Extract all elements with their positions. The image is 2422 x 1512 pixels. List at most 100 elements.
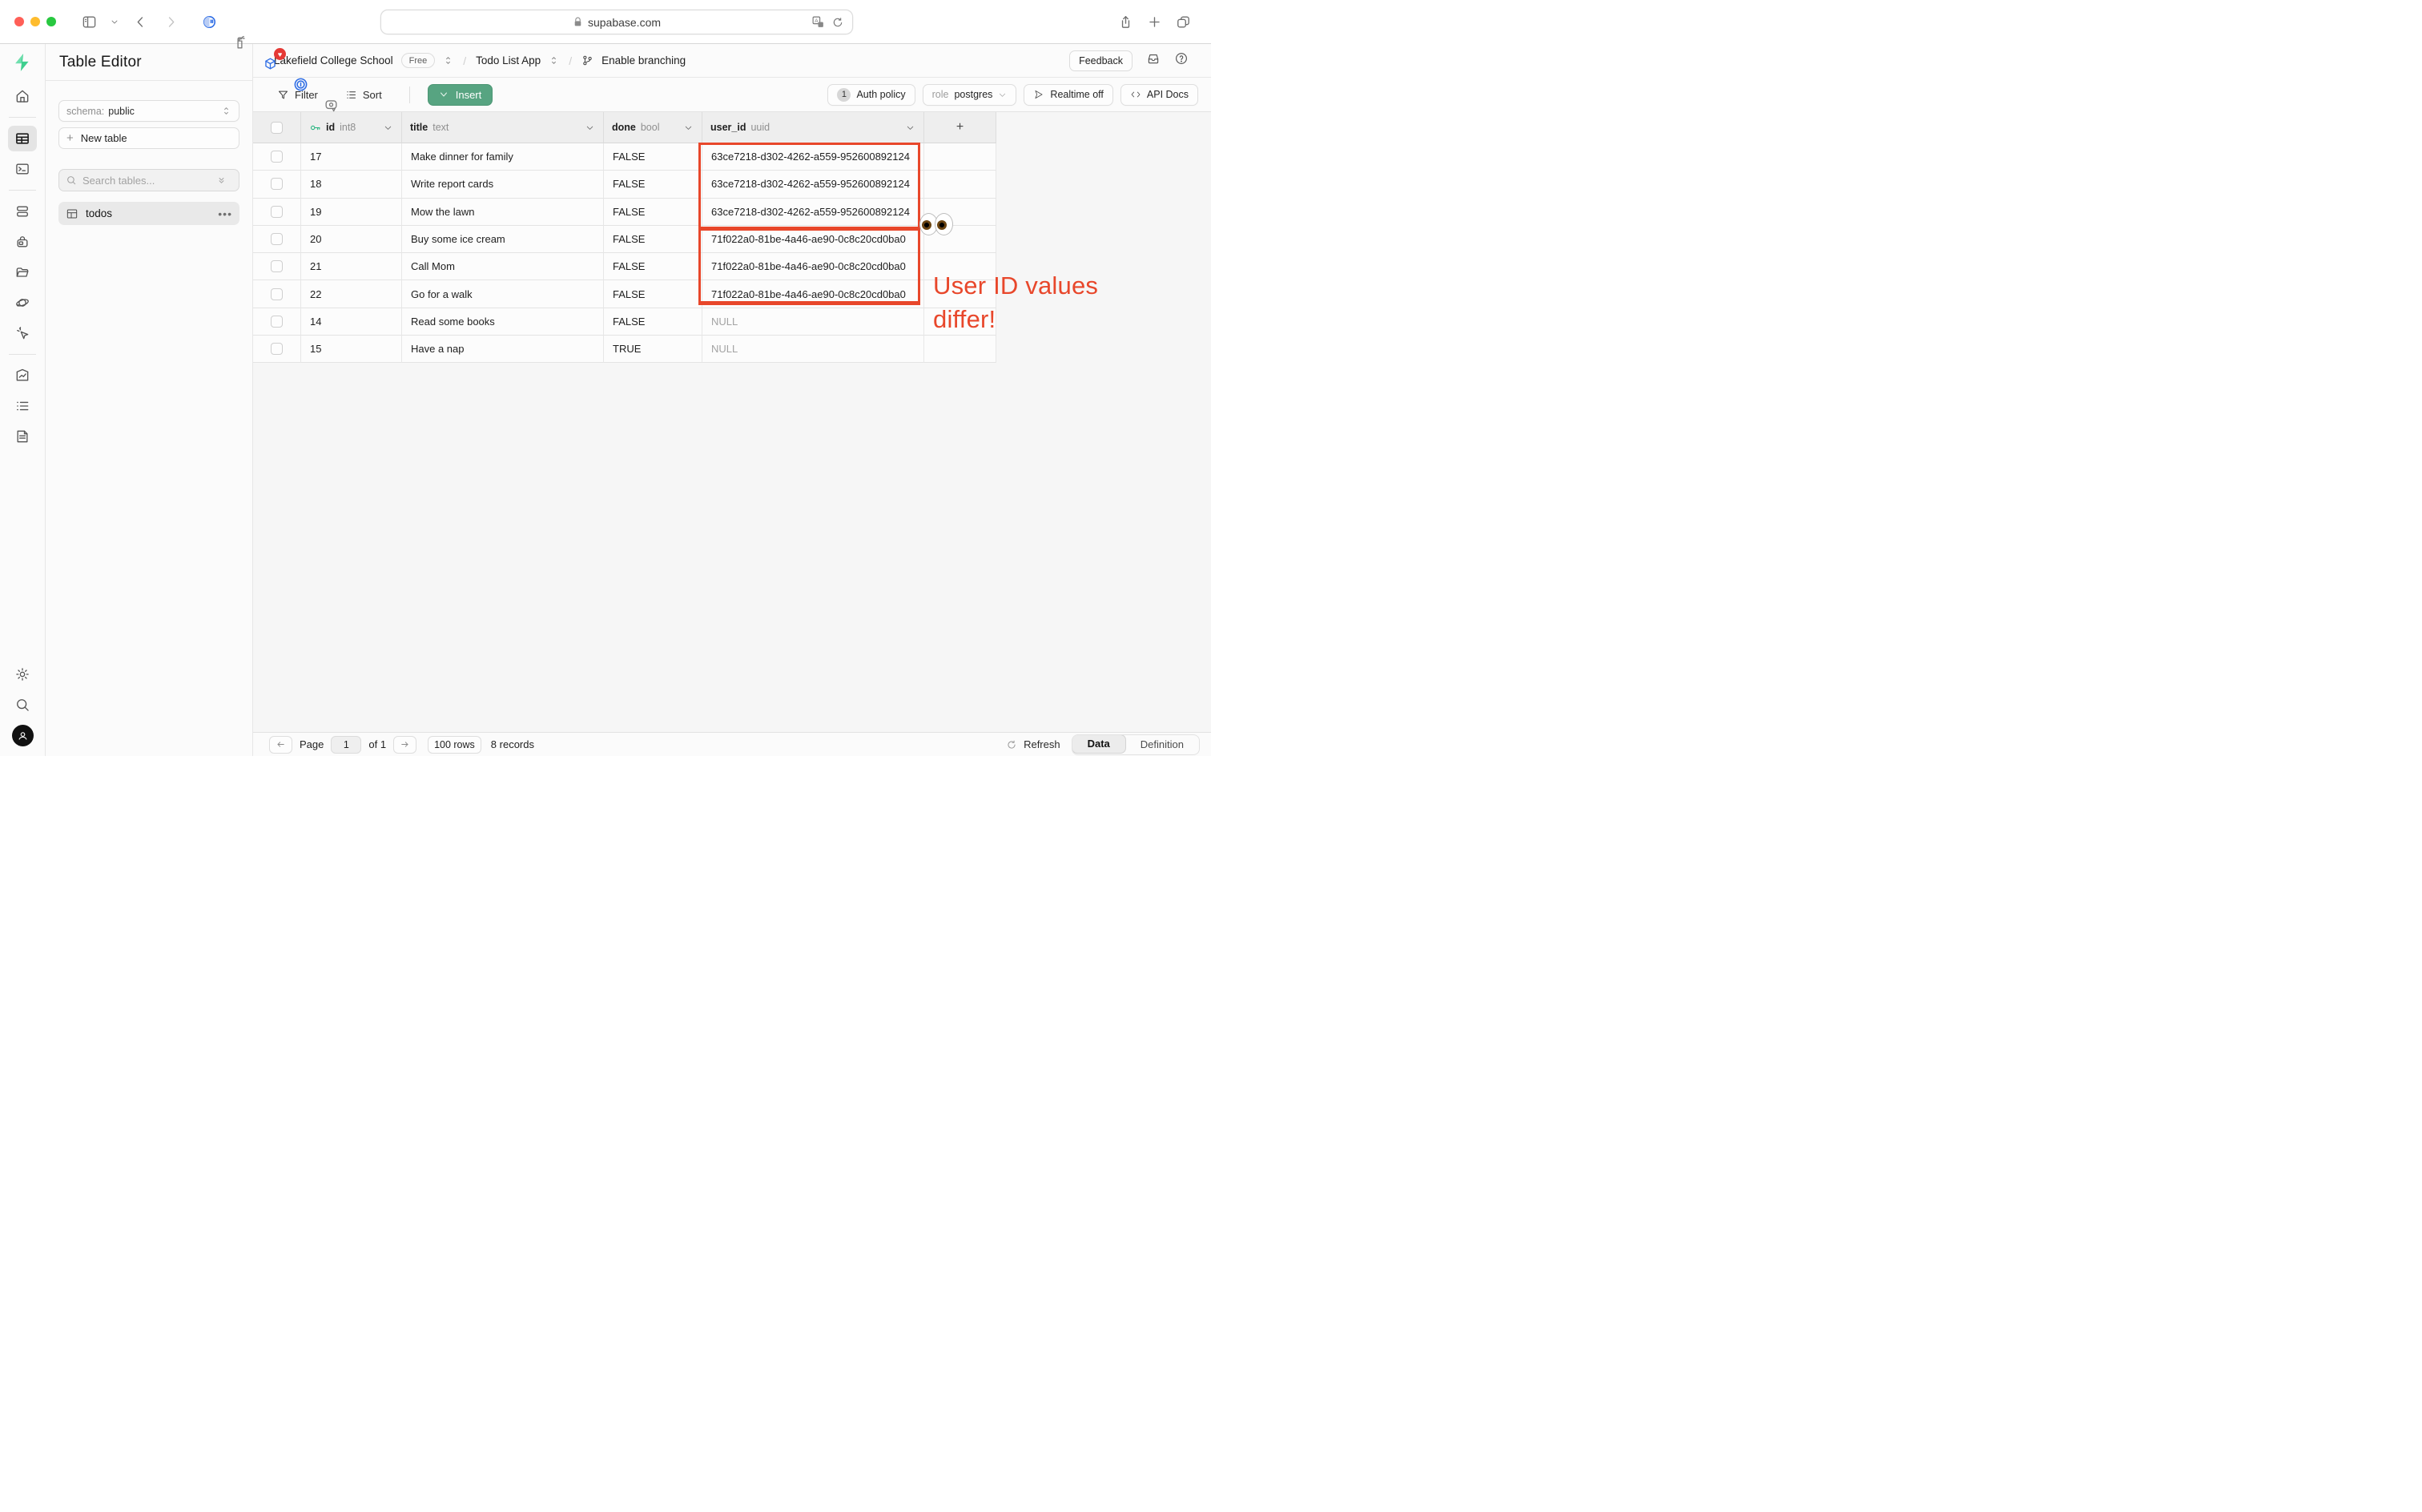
cell-id[interactable]: 20 [301,226,402,253]
cell-title[interactable]: Call Mom [402,253,604,280]
cell-title[interactable]: Buy some ice cream [402,226,604,253]
row-checkbox[interactable] [253,253,301,280]
cell-id[interactable]: 22 [301,280,402,308]
extension-package-heart-icon[interactable]: ♥ [260,53,280,74]
row-checkbox[interactable] [253,199,301,226]
table-options-menu-icon[interactable]: ••• [218,207,232,220]
row-checkbox[interactable] [253,308,301,336]
new-table-button[interactable]: + New table [58,127,239,149]
rail-table-editor-icon[interactable] [8,126,37,151]
rail-api-docs-icon[interactable] [8,424,37,449]
tab-overview-icon[interactable] [1173,11,1193,32]
cell-done[interactable]: FALSE [604,280,702,308]
cell-done[interactable]: FALSE [604,143,702,171]
minimize-window-button[interactable] [30,17,40,26]
cell-done[interactable]: FALSE [604,253,702,280]
add-column-button[interactable]: + [924,112,996,143]
chevron-down-icon[interactable] [104,11,125,32]
rail-storage-icon[interactable] [8,259,37,285]
share-icon[interactable] [1115,11,1136,32]
cell-done[interactable]: FALSE [604,171,702,198]
rail-home-icon[interactable] [8,83,37,109]
column-menu-icon[interactable] [585,123,595,133]
column-menu-icon[interactable] [905,123,915,133]
sidebar-toggle-icon[interactable] [78,11,99,32]
extension-onepassword-icon[interactable] [290,74,311,94]
back-button[interactable] [130,11,151,32]
new-tab-icon[interactable] [1144,11,1165,32]
tab-definition[interactable]: Definition [1125,735,1199,754]
cell-done[interactable]: FALSE [604,226,702,253]
cell-id[interactable]: 15 [301,336,402,363]
rail-sql-editor-icon[interactable] [8,156,37,182]
api-docs-button[interactable]: API Docs [1120,84,1198,106]
zoom-window-button[interactable] [46,17,56,26]
search-tables-box[interactable] [58,169,239,191]
cell-user-id[interactable]: NULL [702,308,924,336]
cell-title[interactable]: Read some books [402,308,604,336]
feedback-button[interactable]: Feedback [1069,50,1133,71]
cell-title[interactable]: Write report cards [402,171,604,198]
row-checkbox[interactable] [253,226,301,253]
select-all-checkbox[interactable] [253,112,301,143]
org-switcher-icon[interactable] [443,55,453,66]
search-tables-input[interactable] [82,175,211,187]
extension-timer-icon[interactable] [199,11,219,32]
rail-edge-functions-icon[interactable] [8,290,37,316]
forward-button[interactable] [160,11,181,32]
realtime-toggle-button[interactable]: Realtime off [1024,84,1112,106]
cell-title[interactable]: Mow the lawn [402,199,604,226]
extension-cleaner-icon[interactable] [229,32,250,53]
next-page-button[interactable] [393,736,416,754]
rows-per-page-button[interactable]: 100 rows [428,736,481,754]
row-checkbox[interactable] [253,143,301,171]
cell-title[interactable]: Have a nap [402,336,604,363]
cell-done[interactable]: TRUE [604,336,702,363]
cell-id[interactable]: 18 [301,171,402,198]
cell-user-id[interactable]: NULL [702,336,924,363]
column-header-done[interactable]: done bool [604,112,702,143]
sidebar-item-todos-table[interactable]: todos ••• [58,202,239,225]
window-controls[interactable] [14,17,56,26]
schema-select[interactable]: schema: public [58,100,239,122]
project-switcher-icon[interactable] [549,55,559,66]
insert-button[interactable]: Insert [428,84,493,106]
rail-reports-icon[interactable] [8,363,37,388]
row-checkbox[interactable] [253,280,301,308]
cell-id[interactable]: 21 [301,253,402,280]
column-menu-icon[interactable] [683,123,694,133]
sort-button[interactable]: Sort [345,89,382,101]
cell-id[interactable]: 17 [301,143,402,171]
row-checkbox[interactable] [253,336,301,363]
reload-icon[interactable] [831,16,844,29]
cell-title[interactable]: Make dinner for family [402,143,604,171]
cell-done[interactable]: FALSE [604,199,702,226]
enable-branching-button[interactable]: Enable branching [601,54,686,66]
translate-icon[interactable]: A [811,15,825,29]
supabase-logo[interactable] [12,52,33,73]
cell-id[interactable]: 14 [301,308,402,336]
refresh-button[interactable]: Refresh [1006,738,1060,750]
breadcrumb-org[interactable]: Lakefield College School [274,54,393,66]
rail-database-icon[interactable] [8,199,37,224]
rail-search-icon[interactable] [8,692,37,718]
account-avatar[interactable] [12,725,34,746]
inbox-icon[interactable] [1146,51,1161,70]
cell-id[interactable]: 19 [301,199,402,226]
cell-done[interactable]: FALSE [604,308,702,336]
rail-settings-icon[interactable] [8,662,37,687]
row-checkbox[interactable] [253,171,301,198]
column-menu-icon[interactable] [383,123,393,133]
breadcrumb-project[interactable]: Todo List App [476,54,541,66]
prev-page-button[interactable] [269,736,292,754]
help-icon[interactable] [1174,51,1189,70]
column-header-id[interactable]: id int8 [301,112,402,143]
column-header-user-id[interactable]: user_id uuid [702,112,924,143]
auth-policy-button[interactable]: 1 Auth policy [827,84,915,106]
close-window-button[interactable] [14,17,24,26]
page-number-input[interactable] [331,736,361,754]
role-select[interactable]: role postgres [923,84,1017,106]
cell-title[interactable]: Go for a walk [402,280,604,308]
rail-authentication-icon[interactable] [8,229,37,255]
rail-realtime-icon[interactable] [8,320,37,346]
